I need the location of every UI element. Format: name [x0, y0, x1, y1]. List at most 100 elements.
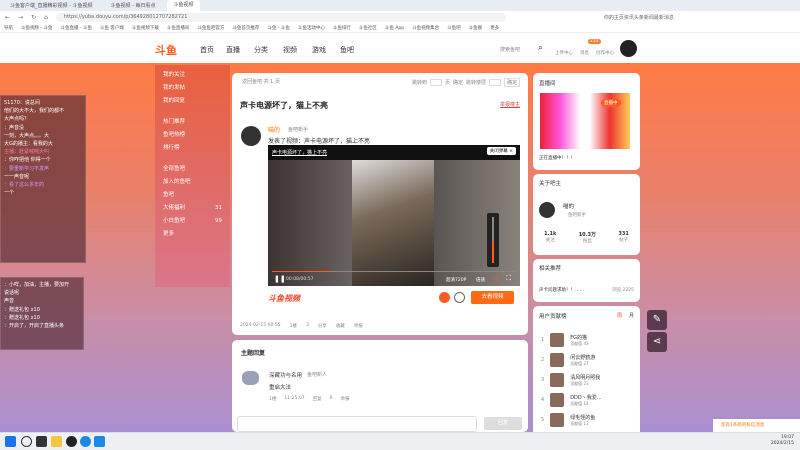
floor-confirm-button[interactable]: 确定: [504, 78, 521, 87]
fullscreen-icon[interactable]: ⛶: [506, 274, 511, 283]
rank-avatar[interactable]: [550, 413, 565, 427]
system-clock[interactable]: 19:07 2024/2/15: [771, 435, 794, 447]
report-link[interactable]: 举报楼主: [500, 101, 520, 108]
volume-icon[interactable]: ◁: [492, 274, 497, 282]
user-avatar[interactable]: [620, 40, 637, 57]
start-icon[interactable]: [5, 436, 16, 447]
reload-icon[interactable]: ↻: [31, 14, 36, 21]
sidebar-item[interactable]: 热门推荐: [155, 116, 230, 129]
bookmark-item[interactable]: 斗鱼吧: [447, 25, 461, 31]
bookmark-item[interactable]: 斗鱼群: [469, 25, 483, 31]
rank-row[interactable]: 2 闲云野鹤游 贡献值 27: [533, 350, 640, 370]
messages[interactable]: 消息: [580, 50, 589, 56]
post-meta-item[interactable]: 3: [306, 323, 309, 329]
rank-avatar[interactable]: [550, 393, 565, 407]
site-logo[interactable]: 斗鱼: [155, 42, 177, 58]
back-icon[interactable]: ←: [5, 14, 10, 21]
bookmark-item[interactable]: 斗鱼社区: [359, 25, 377, 31]
sidebar-item[interactable]: 排行榜: [155, 142, 230, 155]
post-meta-item[interactable]: 举报: [354, 323, 363, 329]
app2-icon[interactable]: [94, 436, 105, 447]
rank-name[interactable]: 清风明月照我: [570, 374, 600, 381]
close-danmaku-button[interactable]: 关闭弹幕 ×: [486, 147, 516, 155]
bookmark-item[interactable]: 斗鱼直播 - 斗鱼: [60, 25, 91, 31]
search-icon[interactable]: ⌕: [538, 43, 543, 53]
rank-name[interactable]: DDD丶我爱...: [570, 394, 601, 401]
rank-name[interactable]: 绿毛怪的鱼: [570, 414, 595, 421]
reply-meta-item[interactable]: 0: [330, 396, 333, 402]
related-item[interactable]: 声卡问题求助！！……: [539, 287, 584, 293]
search-hint[interactable]: 你的主页资讯头条新闻最新消息: [604, 14, 674, 21]
folder-icon[interactable]: [51, 436, 62, 447]
sidebar-item[interactable]: 全部鱼吧: [155, 163, 230, 176]
post-meta-item[interactable]: 收藏: [336, 323, 345, 329]
emoji-icon[interactable]: [454, 292, 465, 303]
sidebar-item[interactable]: 更多: [155, 228, 230, 241]
app-icon[interactable]: [66, 436, 77, 447]
bookmark-item[interactable]: 斗鱼活动中心: [298, 25, 325, 31]
home-icon[interactable]: ⌂: [44, 14, 48, 21]
pause-icon[interactable]: ❚❚: [274, 275, 286, 283]
browser-tab[interactable]: 斗鱼视频 - 每日看点: [105, 2, 162, 9]
reply-meta-item[interactable]: 举报: [340, 396, 349, 402]
sidebar-item[interactable]: 大佬福利 31: [155, 202, 230, 215]
bookmark-item[interactable]: 斗鱼视频下载: [132, 25, 159, 31]
search-box[interactable]: 搜索鱼吧: [500, 46, 520, 53]
bookmark-item[interactable]: 导航: [4, 25, 13, 31]
search-taskbar-icon[interactable]: [21, 436, 32, 447]
nav-item[interactable]: 直播: [226, 45, 240, 55]
reply-meta-item[interactable]: 回复: [313, 396, 322, 402]
taskview-icon[interactable]: [36, 436, 47, 447]
rank-row[interactable]: 3 清风明月照我 贡献值 23: [533, 370, 640, 390]
browser-tab[interactable]: 斗鱼客户端_直播精彩视频 - 斗鱼视频: [4, 2, 99, 9]
reply-submit-button[interactable]: 回复: [484, 417, 522, 430]
video-title[interactable]: 声卡电源坏了，猫上不亮: [272, 149, 327, 156]
rank-row[interactable]: 1 FG的猫 贡献值 43: [533, 330, 640, 350]
message-notification[interactable]: 您有1条新的私信消息: [713, 419, 800, 433]
reply-avatar[interactable]: [242, 371, 259, 385]
page-confirm-button[interactable]: 确定: [453, 79, 463, 86]
bookmark-item[interactable]: 斗鱼 - 斗鱼: [267, 25, 289, 31]
nav-item[interactable]: 分类: [254, 45, 268, 55]
forward-icon[interactable]: →: [18, 14, 23, 21]
rank-row[interactable]: 4 DDD丶我爱... 贡献值 14: [533, 390, 640, 410]
nav-item[interactable]: 视频: [283, 45, 297, 55]
sidebar-item[interactable]: 鱼吧热榜: [155, 129, 230, 142]
page-input[interactable]: [430, 79, 443, 86]
rank-avatar[interactable]: [550, 333, 565, 347]
rank-name[interactable]: FG的猫: [570, 334, 588, 341]
bookmark-item[interactable]: 斗鱼 App: [385, 25, 404, 31]
creator-center[interactable]: 创作中心: [596, 50, 614, 56]
rank-avatar[interactable]: [550, 353, 565, 367]
nav-item[interactable]: 游戏: [312, 45, 326, 55]
rank-tab-week[interactable]: 周: [617, 312, 622, 319]
bookmark-item[interactable]: 更多: [490, 25, 499, 31]
reply-input[interactable]: [237, 416, 477, 432]
upload-center[interactable]: 上传中心: [555, 50, 573, 56]
owner-name[interactable]: 喵的: [563, 202, 574, 210]
url-input[interactable]: https://yuba.douyu.com/p/364928012707282…: [55, 12, 506, 22]
go-watch-button[interactable]: 去看视频: [471, 291, 514, 304]
author-name[interactable]: 喵的: [268, 125, 280, 134]
sidebar-item[interactable]: 我的发帖: [155, 82, 230, 95]
share-icon[interactable]: ⋖: [647, 332, 667, 352]
sidebar-item[interactable]: 我的关注: [155, 69, 230, 82]
post-meta-item[interactable]: 分享: [318, 323, 327, 329]
rank-avatar[interactable]: [550, 373, 565, 387]
bookmark-item[interactable]: 斗鱼直播间: [167, 25, 190, 31]
author-avatar[interactable]: [241, 126, 261, 146]
rank-tab-month[interactable]: 月: [629, 312, 634, 319]
progress-bar[interactable]: [272, 271, 516, 272]
sidebar-item[interactable]: 小白鱼吧 99: [155, 215, 230, 228]
floor-input[interactable]: [489, 79, 502, 86]
video-player[interactable]: 声卡电源坏了，猫上不亮 关闭弹幕 × ❚❚ 00:08/00:57 超清720P…: [268, 145, 520, 286]
rank-row[interactable]: 5 绿毛怪的鱼 贡献值 13: [533, 410, 640, 430]
browser-tab-active[interactable]: 斗鱼视频: [167, 0, 200, 11]
nav-item[interactable]: 鱼吧: [340, 45, 354, 55]
quality-button[interactable]: 超清720P: [446, 277, 466, 283]
bookmark-item[interactable]: 斗鱼视频集合: [412, 25, 439, 31]
bookmark-item[interactable]: 斗鱼首页推荐: [232, 25, 259, 31]
bookmark-item[interactable]: 斗鱼视频 - 斗鱼: [21, 25, 52, 31]
bookmark-item[interactable]: 斗鱼排行: [333, 25, 351, 31]
speed-button[interactable]: 倍速: [476, 277, 485, 283]
